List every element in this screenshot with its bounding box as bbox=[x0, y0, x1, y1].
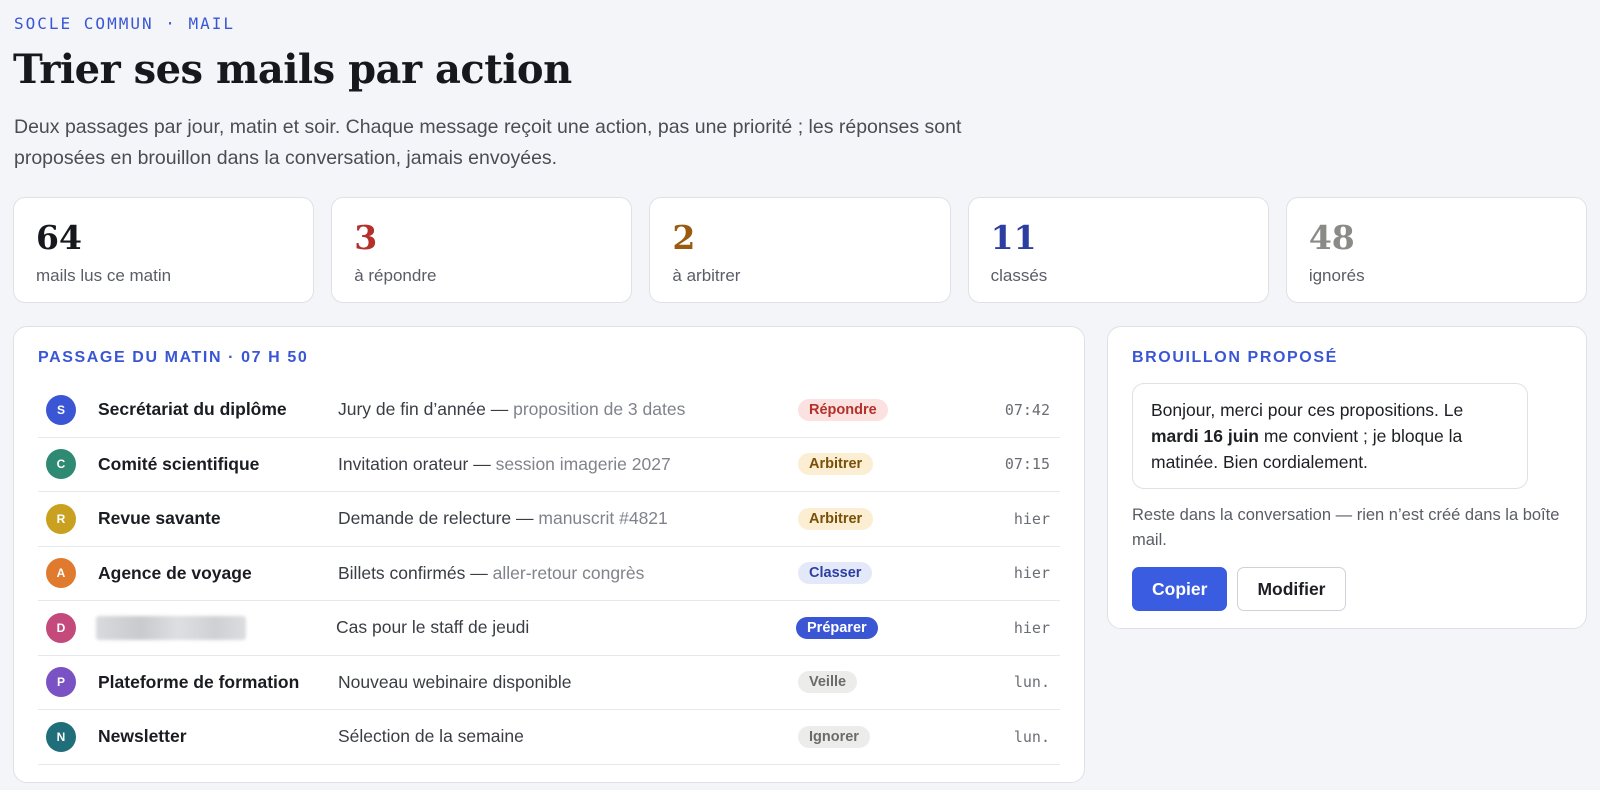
sender-name: Agence de voyage bbox=[98, 562, 252, 583]
action-cell: Arbitrer bbox=[798, 453, 968, 476]
stat-value: 2 bbox=[672, 218, 696, 257]
stat-card-read: 64 mails lus ce matin bbox=[13, 197, 315, 303]
sender-name: Secrétariat du diplôme bbox=[98, 399, 287, 420]
action-cell: Arbitrer bbox=[798, 507, 968, 530]
sender-avatar: N bbox=[46, 721, 76, 752]
draft-text-date: mardi 16 juin bbox=[1151, 426, 1259, 446]
mail-subject: Nouveau webinaire disponible bbox=[338, 672, 798, 693]
sender-avatar: C bbox=[46, 449, 76, 480]
mail-row[interactable]: D Cas pour le staff de jeudi Préparer hier bbox=[38, 601, 1060, 656]
mail-row[interactable]: P Plateforme de formation Nouveau webinair… bbox=[38, 656, 1060, 710]
action-badge[interactable]: Classer bbox=[798, 562, 873, 585]
subject-detail: manuscrit #4821 bbox=[538, 508, 668, 529]
sender-avatar: P bbox=[46, 667, 76, 698]
action-cell: Préparer bbox=[796, 616, 966, 639]
subject-main: Sélection de la semaine bbox=[338, 726, 524, 747]
action-badge[interactable]: Ignorer bbox=[798, 725, 870, 748]
mail-time: 07:15 bbox=[1004, 455, 1050, 474]
mail-subject: Invitation orateur — session imagerie 20… bbox=[338, 454, 798, 475]
action-badge[interactable]: Veille bbox=[798, 671, 858, 694]
inbox-panel: PASSAGE DU MATIN · 07 H 50 S Secrétariat … bbox=[13, 326, 1085, 783]
stat-label: ignorés bbox=[1308, 266, 1365, 285]
mail-time: lun. bbox=[1013, 673, 1050, 692]
copy-button[interactable]: Copier bbox=[1132, 567, 1228, 611]
action-badge[interactable]: Arbitrer bbox=[798, 507, 874, 530]
draft-note: Reste dans la conversation — rien n’est … bbox=[1132, 506, 1560, 549]
stat-label: à arbitrer bbox=[672, 266, 741, 285]
stat-card-reply: 3 à répondre bbox=[331, 197, 633, 303]
draft-actions: Copier Modifier bbox=[1132, 567, 1562, 611]
mail-row[interactable]: S Secrétariat du diplôme Jury de fin d’ann… bbox=[38, 383, 1060, 438]
mail-row[interactable]: R Revue savante Demande de relecture — man… bbox=[38, 492, 1060, 547]
subject-main: Jury de fin d’année — bbox=[338, 399, 514, 420]
sender-name-redacted bbox=[96, 615, 336, 640]
action-badge[interactable]: Préparer bbox=[796, 616, 878, 639]
sender-name: Newsletter bbox=[98, 726, 187, 747]
mail-time: hier bbox=[1013, 564, 1050, 583]
draft-panel: BROUILLON PROPOSÉ Bonjour, merci pour ce… bbox=[1107, 326, 1587, 629]
eyebrow: SOCLE COMMUN · MAIL bbox=[14, 14, 236, 33]
mail-time: lun. bbox=[1013, 727, 1050, 746]
inbox-heading: PASSAGE DU MATIN · 07 H 50 bbox=[38, 349, 309, 366]
page-subtitle: Deux passages par jour, matin et soir. C… bbox=[14, 116, 962, 169]
draft-text[interactable]: Bonjour, merci pour ces propositions. Le… bbox=[1132, 383, 1528, 489]
edit-button[interactable]: Modifier bbox=[1237, 567, 1346, 611]
redaction-blur bbox=[96, 615, 246, 640]
mail-time: 07:42 bbox=[1004, 400, 1050, 419]
subject-detail: aller-retour congrès bbox=[492, 562, 645, 583]
stat-value: 3 bbox=[354, 218, 378, 257]
subject-detail: proposition de 3 dates bbox=[513, 399, 686, 420]
subject-detail: session imagerie 2027 bbox=[495, 453, 671, 474]
subject-main: Nouveau webinaire disponible bbox=[338, 671, 572, 692]
stat-value: 64 bbox=[36, 218, 82, 257]
stat-card-arbitrate: 2 à arbitrer bbox=[649, 197, 951, 303]
sender-avatar: D bbox=[46, 612, 76, 643]
stat-label: mails lus ce matin bbox=[36, 266, 172, 285]
stats-row: 64 mails lus ce matin 3 à répondre 2 à a… bbox=[13, 197, 1588, 303]
page-title: Trier ses mails par action bbox=[13, 46, 572, 93]
stat-card-ignored: 48 ignorés bbox=[1285, 197, 1588, 303]
draft-heading: BROUILLON PROPOSÉ bbox=[1132, 349, 1338, 366]
stat-label: classés bbox=[990, 266, 1048, 285]
mail-subject: Jury de fin d’année — proposition de 3 d… bbox=[338, 399, 798, 420]
mail-row[interactable]: N Newsletter Sélection de la semaine Ignore… bbox=[38, 710, 1060, 765]
stat-card-filed: 11 classés bbox=[967, 197, 1269, 303]
sender-name: Revue savante bbox=[98, 508, 221, 529]
subject-main: Invitation orateur — bbox=[338, 453, 496, 474]
action-cell: Répondre bbox=[798, 398, 968, 421]
action-cell: Ignorer bbox=[798, 725, 968, 748]
mail-subject: Demande de relecture — manuscrit #4821 bbox=[338, 508, 798, 529]
mail-subject: Sélection de la semaine bbox=[338, 726, 798, 747]
subject-main: Demande de relecture — bbox=[338, 508, 539, 529]
action-cell: Veille bbox=[798, 671, 968, 694]
mail-time: hier bbox=[1013, 618, 1050, 637]
draft-text-start: Bonjour, merci pour ces propositions. Le bbox=[1151, 400, 1464, 420]
stat-value: 11 bbox=[990, 218, 1037, 257]
sender-name: Comité scientifique bbox=[98, 453, 260, 474]
mail-row[interactable]: C Comité scientifique Invitation orateur —… bbox=[38, 438, 1060, 492]
mail-subject: Billets confirmés — aller-retour congrès bbox=[338, 563, 798, 584]
subject-main: Billets confirmés — bbox=[338, 562, 493, 583]
sender-avatar: S bbox=[46, 394, 76, 425]
subject-main: Cas pour le staff de jeudi bbox=[336, 617, 530, 638]
mail-row[interactable]: A Agence de voyage Billets confirmés — all… bbox=[38, 547, 1060, 601]
mail-time: hier bbox=[1013, 509, 1050, 528]
stat-label: à répondre bbox=[354, 266, 437, 285]
sender-avatar: A bbox=[46, 558, 76, 589]
stat-value: 48 bbox=[1308, 218, 1355, 257]
action-cell: Classer bbox=[798, 562, 968, 585]
sender-name: Plateforme de formation bbox=[98, 671, 300, 692]
mail-list: S Secrétariat du diplôme Jury de fin d’ann… bbox=[38, 383, 1060, 765]
action-badge[interactable]: Répondre bbox=[798, 398, 888, 421]
sender-avatar: R bbox=[46, 503, 76, 534]
mail-subject: Cas pour le staff de jeudi bbox=[336, 617, 796, 638]
action-badge[interactable]: Arbitrer bbox=[798, 453, 874, 476]
